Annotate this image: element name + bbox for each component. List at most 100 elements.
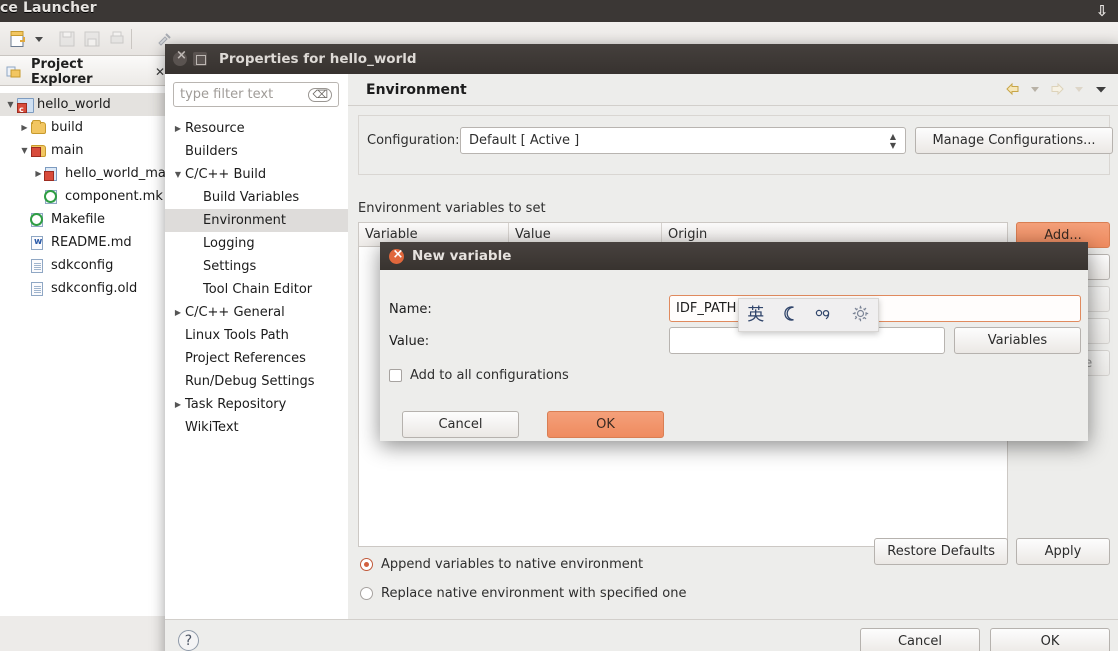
twisty-icon[interactable]: ▶ [171,124,185,133]
clear-filter-icon[interactable]: ⌫ [308,87,332,102]
tab-project-explorer[interactable]: Project Explorer ✕ [6,57,165,87]
properties-tree-item[interactable]: Tool Chain Editor [165,278,348,301]
project-tree-item[interactable]: ▶ hello_world_ma [0,162,165,185]
close-icon[interactable] [389,247,404,264]
print-icon[interactable] [107,29,127,49]
gear-icon[interactable] [851,304,870,327]
properties-tree-item-label: Environment [203,213,287,228]
manage-configurations-button[interactable]: Manage Configurations... [915,127,1113,154]
folder-icon [31,119,48,136]
radio-replace-environment[interactable]: Replace native environment with specifie… [360,586,686,601]
properties-tree-item[interactable]: Environment [165,209,348,232]
project-tree-item-label: main [51,143,84,158]
twisty-icon[interactable]: ▶ [171,400,185,409]
project-tree[interactable]: ▼ hello_world ▶ build ▼ main ▶hello_world_maco… [0,87,166,616]
properties-tree-item-label: C/C++ Build [185,167,267,182]
properties-tree-item-label: Resource [185,121,245,136]
back-dropdown-icon[interactable] [1026,79,1044,99]
ime-punctuation-icon[interactable] [814,305,834,326]
c-project-icon [17,97,34,114]
spinner-arrows-icon[interactable]: ▲ ▼ [888,132,898,150]
menu-dropdown-icon[interactable] [1092,79,1110,99]
twisty-icon[interactable]: ▼ [171,170,185,179]
close-icon[interactable] [173,49,187,66]
configuration-select[interactable]: Default [ Active ] ▲ ▼ [460,127,906,154]
new-variable-cancel-button[interactable]: Cancel [402,411,519,438]
save-icon[interactable] [57,29,77,49]
project-tree-item-label: build [51,120,83,135]
properties-tree-item-label: C/C++ General [185,305,285,320]
properties-tree-item-label: Project References [185,351,306,366]
properties-tree-item[interactable]: Logging [165,232,348,255]
file-icon [31,281,48,297]
ok-button[interactable]: OK [990,628,1110,651]
add-to-all-configurations-checkbox[interactable]: Add to all configurations [389,368,569,383]
save-as-icon[interactable] [82,29,102,49]
ime-chinese-english-icon[interactable]: 英 [747,306,764,324]
properties-tree-item[interactable]: WikiText [165,416,348,439]
forward-dropdown-icon[interactable] [1070,79,1088,99]
page-title: Environment [348,74,1118,106]
properties-tree-item[interactable]: ▶ Task Repository [165,393,348,416]
project-explorer-icon [6,64,23,80]
forward-arrow-icon[interactable] [1048,79,1066,99]
page-nav-toolbar [1004,79,1110,99]
configuration-label: Configuration: [367,133,460,148]
filter-input[interactable]: type filter text ⌫ [173,82,339,107]
properties-tree-item[interactable]: Settings [165,255,348,278]
project-tree-item-label: hello_world_ma [65,166,166,181]
apply-button[interactable]: Apply [1016,538,1110,565]
project-tree-item[interactable]: ▼ main [0,139,165,162]
dropdown-arrow-icon[interactable] [33,29,45,49]
cancel-button[interactable]: Cancel [860,628,980,651]
twisty-icon[interactable]: ▶ [171,308,185,317]
close-icon[interactable]: ✕ [155,65,165,79]
properties-tree-item[interactable]: Run/Debug Settings [165,370,348,393]
project-tree-item[interactable]: README.md [0,231,165,254]
properties-tree-item[interactable]: Project References [165,347,348,370]
properties-tree[interactable]: ▶ Resource Builders ▼ C/C++ Build Build Varia… [165,117,348,439]
ime-moon-icon[interactable] [781,305,798,326]
twisty-icon[interactable]: ▼ [4,100,17,109]
project-tree-item[interactable]: Makefile [0,208,165,231]
project-explorer-tabbar: Project Explorer ✕ [0,56,165,87]
help-icon[interactable]: ? [178,630,199,651]
filter-placeholder: type filter text [180,87,274,102]
project-tree-item[interactable]: sdkconfig.old [0,277,165,300]
ime-popup[interactable]: 英 [738,298,879,332]
new-file-icon[interactable] [8,29,28,49]
new-variable-ok-button[interactable]: OK [547,411,664,438]
properties-tree-item[interactable]: Linux Tools Path [165,324,348,347]
checkbox-indicator [389,369,402,382]
properties-tree-item[interactable]: ▶ C/C++ General [165,301,348,324]
project-explorer-panel: Project Explorer ✕ ▼ hello_world ▶ build ▼ ma… [0,56,166,651]
properties-tree-item[interactable]: Build Variables [165,186,348,209]
properties-tree-item-label: Build Variables [203,190,300,205]
project-tree-item[interactable]: component.mk [0,185,165,208]
twisty-icon[interactable]: ▼ [18,146,31,155]
back-arrow-icon[interactable] [1004,79,1022,99]
radio-indicator [360,587,373,600]
project-tree-item[interactable]: ▶ build [0,116,165,139]
name-field-value: IDF_PATH [676,301,737,316]
properties-tree-item[interactable]: ▶ Resource [165,117,348,140]
properties-tree-item-label: Settings [203,259,257,274]
restore-defaults-button[interactable]: Restore Defaults [874,538,1008,565]
project-tree-item[interactable]: ▼ hello_world [0,93,165,116]
download-arrow-icon[interactable]: ⇩ [1090,1,1114,21]
variables-button[interactable]: Variables [954,327,1081,354]
properties-dialog-titlebar: Properties for hello_world [165,44,1118,74]
radio-append-variables[interactable]: Append variables to native environment [360,557,643,572]
properties-tree-item-label: Builders [185,144,238,159]
properties-tree-item[interactable]: Builders [165,140,348,163]
project-tree-item[interactable]: sdkconfig [0,254,165,277]
makefile-icon [30,212,48,228]
project-tree-item-label: sdkconfig.old [51,281,138,296]
maximize-icon[interactable] [193,52,207,66]
add-to-all-configurations-label: Add to all configurations [410,368,569,383]
markdown-icon [31,235,48,251]
properties-tree-item[interactable]: ▼ C/C++ Build [165,163,348,186]
desktop-panel-title: ce Launcher [0,0,97,16]
twisty-icon[interactable]: ▶ [18,123,31,132]
name-label: Name: [389,302,432,317]
